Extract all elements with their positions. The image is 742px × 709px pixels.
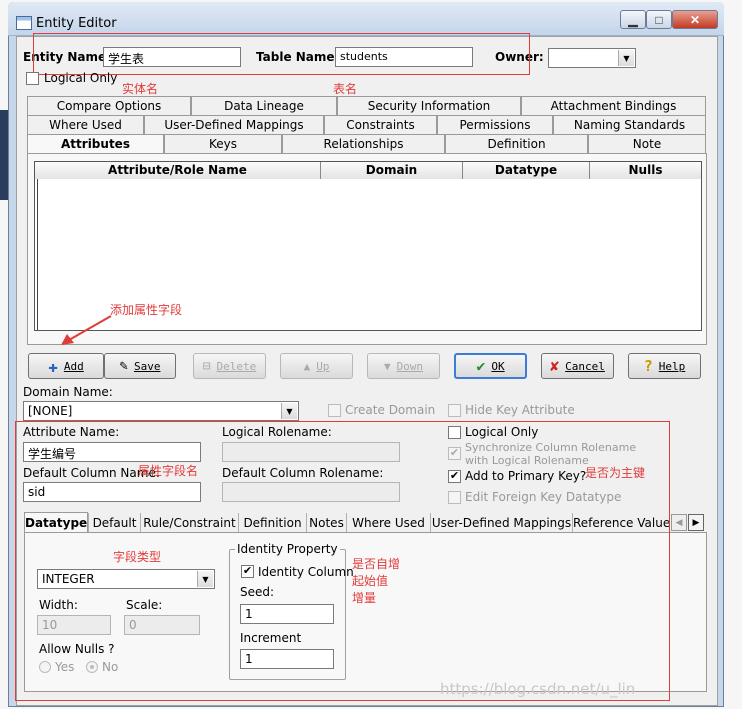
tab-scroll-right-button[interactable]: ▶ xyxy=(688,514,704,531)
tab-data-lineage[interactable]: Data Lineage xyxy=(191,96,337,115)
tab-security-information[interactable]: Security Information xyxy=(337,96,521,115)
annotation-box-attribute-properties xyxy=(15,421,670,701)
add-icon: ✚ xyxy=(48,356,58,376)
tab-attributes[interactable]: Attributes xyxy=(27,134,164,153)
minimize-icon: ▁ xyxy=(628,12,638,27)
tab-definition[interactable]: Definition xyxy=(445,134,588,153)
grid-header-domain[interactable]: Domain xyxy=(321,162,463,179)
tab-note[interactable]: Note xyxy=(588,134,706,153)
annotation-arrow-icon xyxy=(61,315,112,345)
save-button[interactable]: ✎ Save xyxy=(104,353,176,379)
owner-select[interactable]: ▼ xyxy=(548,48,636,68)
chevron-right-icon: ▶ xyxy=(692,517,700,527)
window-app-icon xyxy=(16,16,32,30)
cancel-button-label: Cancel xyxy=(565,359,605,373)
tab-user-defined-mappings[interactable]: User-Defined Mappings xyxy=(144,115,324,134)
delete-button[interactable]: ⊟ Delete xyxy=(193,353,266,379)
grid-cursor xyxy=(37,179,38,330)
background-window-edge xyxy=(0,110,8,200)
maximize-icon: □ xyxy=(655,12,663,27)
create-domain-label: Create Domain xyxy=(345,403,436,417)
chevron-left-icon: ◀ xyxy=(675,517,683,527)
tab-scroll-left-button[interactable]: ◀ xyxy=(671,514,687,531)
grid-header-attribute[interactable]: Attribute/Role Name xyxy=(35,162,321,179)
arrow-up-icon: ▲ xyxy=(303,359,311,373)
arrow-down-icon: ▼ xyxy=(383,359,391,373)
annotation-table-name: 表名 xyxy=(333,82,358,96)
ok-button-label: OK xyxy=(491,359,505,373)
maximize-button[interactable]: □ xyxy=(646,10,672,29)
help-button-label: Help xyxy=(658,359,686,373)
cancel-button[interactable]: ✘ Cancel xyxy=(541,353,614,379)
add-button[interactable]: ✚ Add xyxy=(28,353,104,379)
tab-naming-standards[interactable]: Naming Standards xyxy=(553,115,706,134)
minimize-button[interactable]: ▁ xyxy=(620,10,646,29)
checkmark-icon: ✔ xyxy=(476,357,486,375)
watermark: https://blog.csdn.net/u_lin xyxy=(440,680,636,698)
close-button[interactable]: ✕ xyxy=(672,10,718,29)
window-title: Entity Editor xyxy=(36,16,117,31)
up-button[interactable]: ▲ Up xyxy=(280,353,353,379)
domain-select-value: [NONE] xyxy=(28,404,73,418)
hide-key-attribute-label: Hide Key Attribute xyxy=(465,403,575,417)
domain-name-label: Domain Name: xyxy=(23,385,113,399)
tab-attachment-bindings[interactable]: Attachment Bindings xyxy=(521,96,706,115)
logical-only-checkbox-top[interactable] xyxy=(26,72,39,85)
annotation-add-attribute: 添加属性字段 xyxy=(110,303,183,317)
down-button[interactable]: ▼ Down xyxy=(367,353,440,379)
delete-button-label: Delete xyxy=(216,359,257,373)
tab-compare-options[interactable]: Compare Options xyxy=(27,96,191,115)
grid-header-datatype[interactable]: Datatype xyxy=(463,162,590,179)
help-icon: ? xyxy=(643,357,653,375)
ok-button[interactable]: ✔ OK xyxy=(454,353,527,379)
add-button-label: Add xyxy=(63,359,84,373)
save-button-label: Save xyxy=(133,359,161,373)
domain-select[interactable]: [NONE] ▼ xyxy=(23,401,299,421)
tab-permissions[interactable]: Permissions xyxy=(437,115,553,134)
annotation-entity-name: 实体名 xyxy=(122,82,159,96)
logical-only-label-top: Logical Only xyxy=(44,71,118,85)
pencil-icon: ✎ xyxy=(119,358,128,374)
cancel-x-icon: ✘ xyxy=(550,357,560,375)
down-button-label: Down xyxy=(396,359,424,373)
tab-constraints[interactable]: Constraints xyxy=(324,115,437,134)
grid-header-nulls[interactable]: Nulls xyxy=(590,162,701,179)
hide-key-attribute-checkbox[interactable] xyxy=(448,404,461,417)
help-button[interactable]: ? Help xyxy=(628,353,701,379)
close-icon: ✕ xyxy=(689,12,701,27)
annotation-box-entity-table xyxy=(33,33,530,75)
tab-keys[interactable]: Keys xyxy=(164,134,282,153)
up-button-label: Up xyxy=(316,359,330,373)
delete-icon: ⊟ xyxy=(202,358,211,374)
chevron-down-icon: ▼ xyxy=(618,50,634,66)
tab-relationships[interactable]: Relationships xyxy=(282,134,445,153)
create-domain-checkbox[interactable] xyxy=(328,404,341,417)
tab-where-used[interactable]: Where Used xyxy=(27,115,144,134)
chevron-down-icon: ▼ xyxy=(281,403,297,419)
